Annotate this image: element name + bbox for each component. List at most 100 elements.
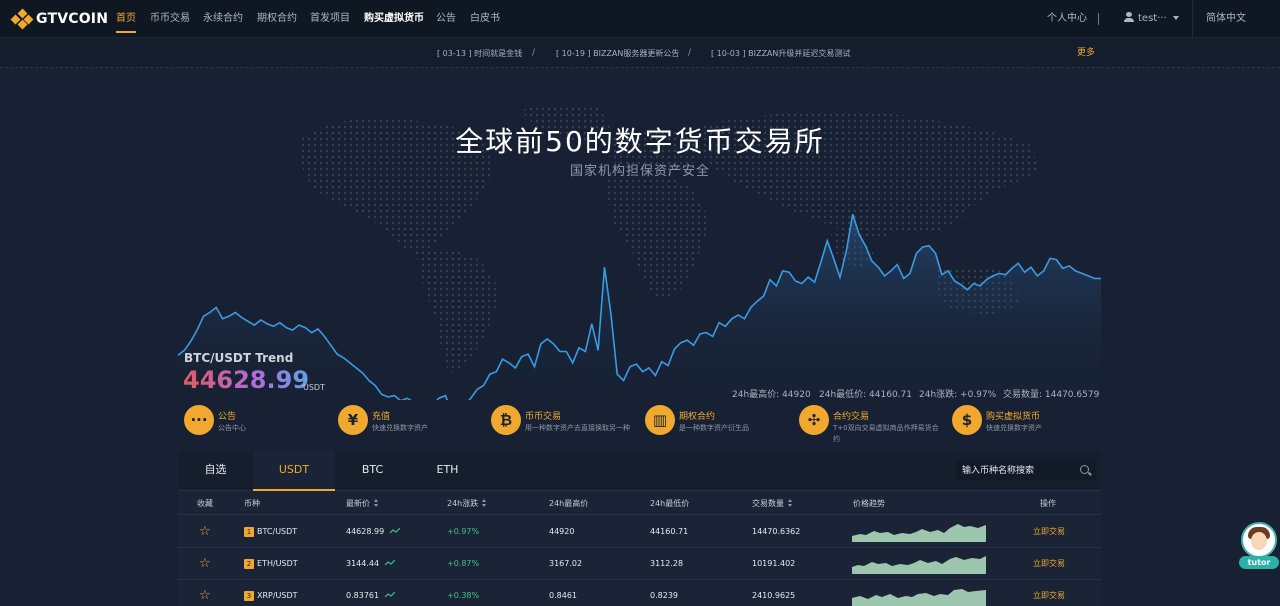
high-cell: 44920: [549, 527, 575, 536]
col-action: 操作: [1040, 499, 1056, 508]
rank-badge: 2: [244, 559, 254, 569]
nav-ieo-projects[interactable]: 首发项目: [310, 0, 350, 38]
market-panel: 自选 USDT BTC ETH 收藏 币种 最新价 24h涨跌 24h最高价 2…: [178, 451, 1101, 606]
sparkline-chart: [852, 589, 986, 606]
rank-badge: 3: [244, 591, 254, 601]
feature-contract-trading[interactable]: ✣ 合约交易 T+0双向交易虚拟商品作押易货合约: [796, 404, 948, 448]
feature-announcement[interactable]: ··· 公告 公告中心: [181, 404, 333, 448]
feature-desc: 公告中心: [218, 424, 246, 432]
hero-banner: 全球前50的数字货币交易所 国家机构担保资产安全 BTC/USDT Trend …: [0, 70, 1280, 400]
chevron-down-icon: [1172, 16, 1179, 20]
table-row[interactable]: ☆ 2 ETH/USDT 3144.44 +0.87% 3167.02 3112.…: [178, 548, 1101, 580]
table-row[interactable]: ☆ 3 XRP/USDT 0.83761 +0.38% 0.8461 0.8239…: [178, 580, 1101, 606]
rank-badge: 1: [244, 527, 254, 537]
col-last-price[interactable]: 最新价: [346, 492, 379, 515]
table-row[interactable]: ☆ 1 BTC/USDT 44628.99 +0.97% 44920 44160.…: [178, 516, 1101, 548]
tutor-widget[interactable]: tutor: [1239, 522, 1279, 570]
feature-title: 期权合约: [679, 412, 716, 422]
search-icon[interactable]: [1080, 465, 1089, 474]
feature-desc: 快速兑换数字资产: [986, 424, 1042, 432]
feature-title: 充值: [372, 412, 391, 422]
col-24h-high: 24h最高价: [549, 499, 589, 508]
tutor-label: tutor: [1239, 556, 1279, 569]
pair-cell: 3 XRP/USDT: [244, 580, 298, 606]
tab-eth[interactable]: ETH: [410, 451, 485, 491]
favorite-star-icon[interactable]: ☆: [199, 580, 211, 606]
low-cell: 3112.28: [650, 559, 684, 568]
feature-buy-crypto[interactable]: $ 购买虚拟货币 快速兑换数字资产: [949, 404, 1101, 448]
trade-now-link[interactable]: 立即交易: [1033, 516, 1065, 548]
feature-desc: T+0双向交易虚拟商品作押易货合约: [833, 424, 939, 443]
pair-name: XRP/USDT: [257, 591, 298, 600]
price-cell: 44628.99: [346, 516, 401, 548]
feature-title: 购买虚拟货币: [986, 412, 1041, 422]
notice-item[interactable]: [ 03-13 ] 时间就是金钱: [437, 39, 522, 68]
notice-more-link[interactable]: 更多: [1077, 39, 1095, 68]
table-header: 收藏 币种 最新价 24h涨跌 24h最高价 24h最低价 交易数量 价格趋势 …: [178, 492, 1101, 515]
brand-logo[interactable]: GTVCOIN: [10, 8, 109, 30]
trend-change: 24h涨跌: +0.97%: [919, 390, 997, 400]
currency-exchange-icon: $: [952, 405, 982, 435]
col-24h-low: 24h最低价: [650, 499, 690, 508]
tab-favorites[interactable]: 自选: [178, 451, 253, 491]
tab-usdt[interactable]: USDT: [253, 451, 335, 491]
price-cell: 0.83761: [346, 580, 396, 606]
notice-item[interactable]: [ 10-03 ] BIZZAN升级并延迟交易测试: [711, 39, 850, 68]
feature-spot-trading[interactable]: ₿ 币币交易 用一种数字资产去直接换取另一种: [488, 404, 640, 448]
nav-whitepaper[interactable]: 白皮书: [470, 0, 500, 38]
sort-icon: [788, 499, 793, 507]
top-navigation: GTVCOIN 首页 币币交易 永续合约 期权合约 首发项目 购买虚拟货币 公告…: [0, 0, 1280, 38]
change-cell: +0.97%: [447, 527, 480, 536]
nav-options-contract[interactable]: 期权合约: [257, 0, 297, 38]
feature-desc: 快速兑换数字资产: [372, 424, 428, 432]
trade-now-link[interactable]: 立即交易: [1033, 548, 1065, 580]
feature-desc: 是一种数字资产衍生品: [679, 424, 749, 432]
tutor-avatar: [1241, 522, 1277, 558]
nav-home[interactable]: 首页: [116, 0, 136, 38]
nav-divider: [1192, 0, 1193, 38]
nav-spot-trading[interactable]: 币币交易: [150, 0, 190, 38]
pair-cell: 1 BTC/USDT: [244, 516, 297, 548]
trend-high: 24h最高价: 44920: [732, 390, 811, 400]
col-24h-change[interactable]: 24h涨跌: [447, 492, 487, 515]
volume-cell: 14470.6362: [752, 527, 801, 536]
notice-separator: /: [688, 48, 692, 58]
low-cell: 44160.71: [650, 527, 689, 536]
trend-price: 44628.99: [183, 366, 310, 394]
username: test···: [1138, 13, 1167, 24]
trend-low: 24h最低价: 44160.71: [819, 390, 912, 400]
last-price: 44628.99: [346, 527, 385, 536]
favorite-star-icon[interactable]: ☆: [199, 516, 211, 548]
user-menu[interactable]: test···: [1124, 0, 1179, 38]
notice-item[interactable]: [ 10-19 ] BIZZAN服务器更新公告: [556, 39, 679, 68]
logo-diamond-icon: [10, 8, 34, 30]
brand-name: GTVCOIN: [36, 11, 109, 27]
search-input[interactable]: [956, 460, 1074, 481]
feature-deposit[interactable]: ¥ 充值 快速兑换数字资产: [335, 404, 487, 448]
pair-name: BTC/USDT: [257, 527, 298, 536]
col-volume[interactable]: 交易数量: [752, 492, 793, 515]
search-box: [956, 460, 1096, 481]
nav-buy-crypto[interactable]: 购买虚拟货币: [364, 0, 424, 38]
chat-bubble-icon: ···: [184, 405, 214, 435]
nav-personal-center[interactable]: 个人中心: [1047, 0, 1087, 38]
feature-options[interactable]: ▥ 期权合约 是一种数字资产衍生品: [642, 404, 794, 448]
language-selector[interactable]: 简体中文: [1206, 0, 1246, 38]
trend-unit: USDT: [303, 383, 325, 392]
col-coin: 币种: [244, 499, 260, 508]
network-icon: ✣: [799, 405, 829, 435]
nav-announcements[interactable]: 公告: [436, 0, 456, 38]
yen-icon: ¥: [338, 405, 368, 435]
feature-title: 合约交易: [833, 412, 870, 422]
trade-now-link[interactable]: 立即交易: [1033, 580, 1065, 606]
notice-separator: /: [532, 48, 536, 58]
pair-name: ETH/USDT: [257, 559, 298, 568]
tab-btc[interactable]: BTC: [335, 451, 410, 491]
nav-perpetual-contract[interactable]: 永续合约: [203, 0, 243, 38]
favorite-star-icon[interactable]: ☆: [199, 548, 211, 580]
col-favorite: 收藏: [197, 499, 213, 508]
announcement-bar: [ 03-13 ] 时间就是金钱 / [ 10-19 ] BIZZAN服务器更新…: [0, 39, 1280, 68]
low-cell: 0.8239: [650, 591, 678, 600]
price-cell: 3144.44: [346, 548, 396, 580]
feature-title: 币币交易: [525, 412, 562, 422]
